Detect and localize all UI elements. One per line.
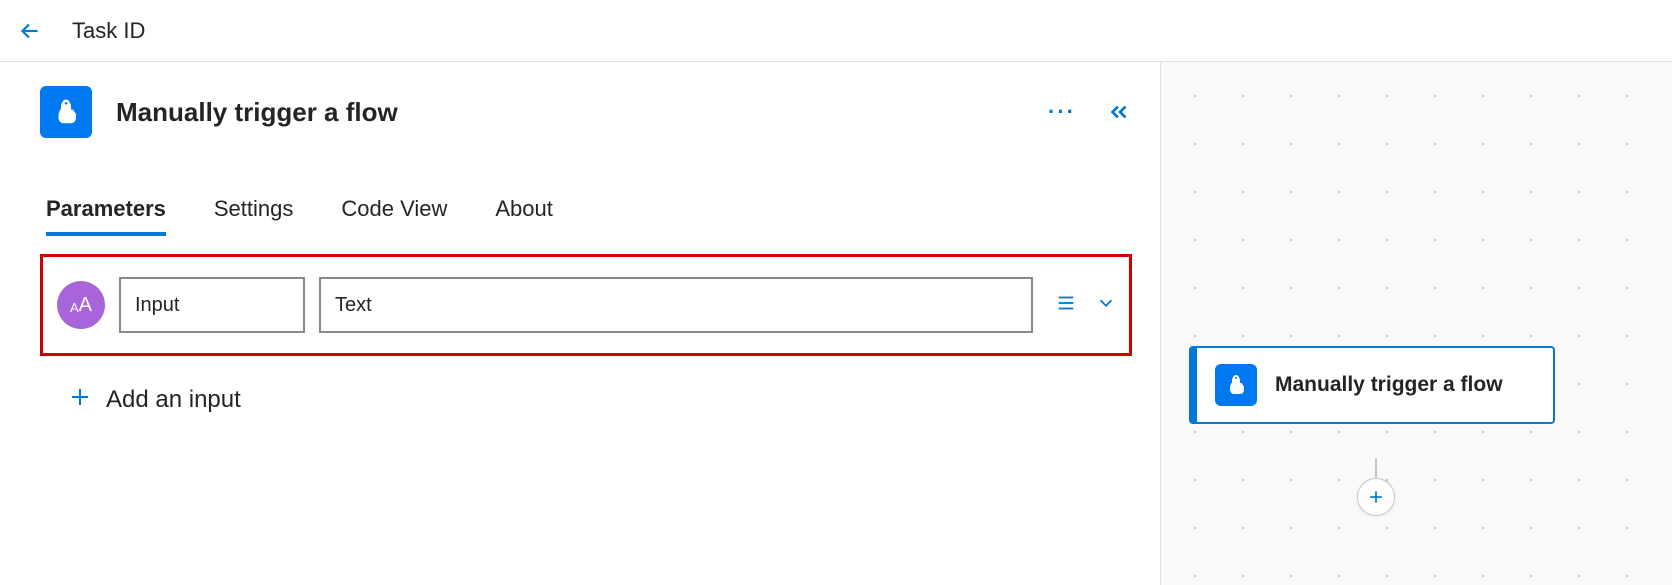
input-row-highlight: AA [40, 254, 1132, 356]
collapse-icon[interactable] [1106, 99, 1132, 125]
input-value-field[interactable] [319, 277, 1033, 333]
page-title: Task ID [72, 18, 145, 44]
tab-code-view[interactable]: Code View [341, 196, 447, 236]
add-input-label: Add an input [106, 386, 241, 414]
more-icon[interactable]: ··· [1048, 99, 1076, 125]
tabs: Parameters Settings Code View About [46, 196, 1132, 236]
chevron-down-icon[interactable] [1095, 292, 1117, 319]
input-name-field[interactable] [119, 277, 305, 333]
connector-line [1375, 458, 1377, 480]
list-menu-icon[interactable] [1055, 292, 1077, 319]
tab-parameters[interactable]: Parameters [46, 196, 166, 236]
text-type-badge-icon: AA [57, 281, 105, 329]
tab-settings[interactable]: Settings [214, 196, 294, 236]
top-bar: Task ID [0, 0, 1672, 62]
trigger-icon [40, 86, 92, 138]
trigger-title: Manually trigger a flow [116, 97, 398, 128]
card-title: Manually trigger a flow [1275, 371, 1503, 399]
back-arrow-icon[interactable] [16, 17, 44, 45]
add-step-button[interactable] [1357, 478, 1395, 516]
tab-about[interactable]: About [495, 196, 553, 236]
header-actions: ··· [1048, 99, 1132, 125]
row-actions [1055, 292, 1117, 319]
canvas-trigger-card[interactable]: Manually trigger a flow [1189, 346, 1555, 424]
editor-panel: Manually trigger a flow ··· Parameters S… [0, 62, 1160, 585]
card-trigger-icon [1215, 364, 1257, 406]
panel-header: Manually trigger a flow ··· [40, 86, 1132, 138]
add-input-button[interactable]: Add an input [68, 384, 1132, 416]
plus-icon [68, 384, 92, 416]
main-area: Manually trigger a flow ··· Parameters S… [0, 62, 1672, 585]
flow-canvas[interactable]: Manually trigger a flow [1160, 62, 1672, 585]
